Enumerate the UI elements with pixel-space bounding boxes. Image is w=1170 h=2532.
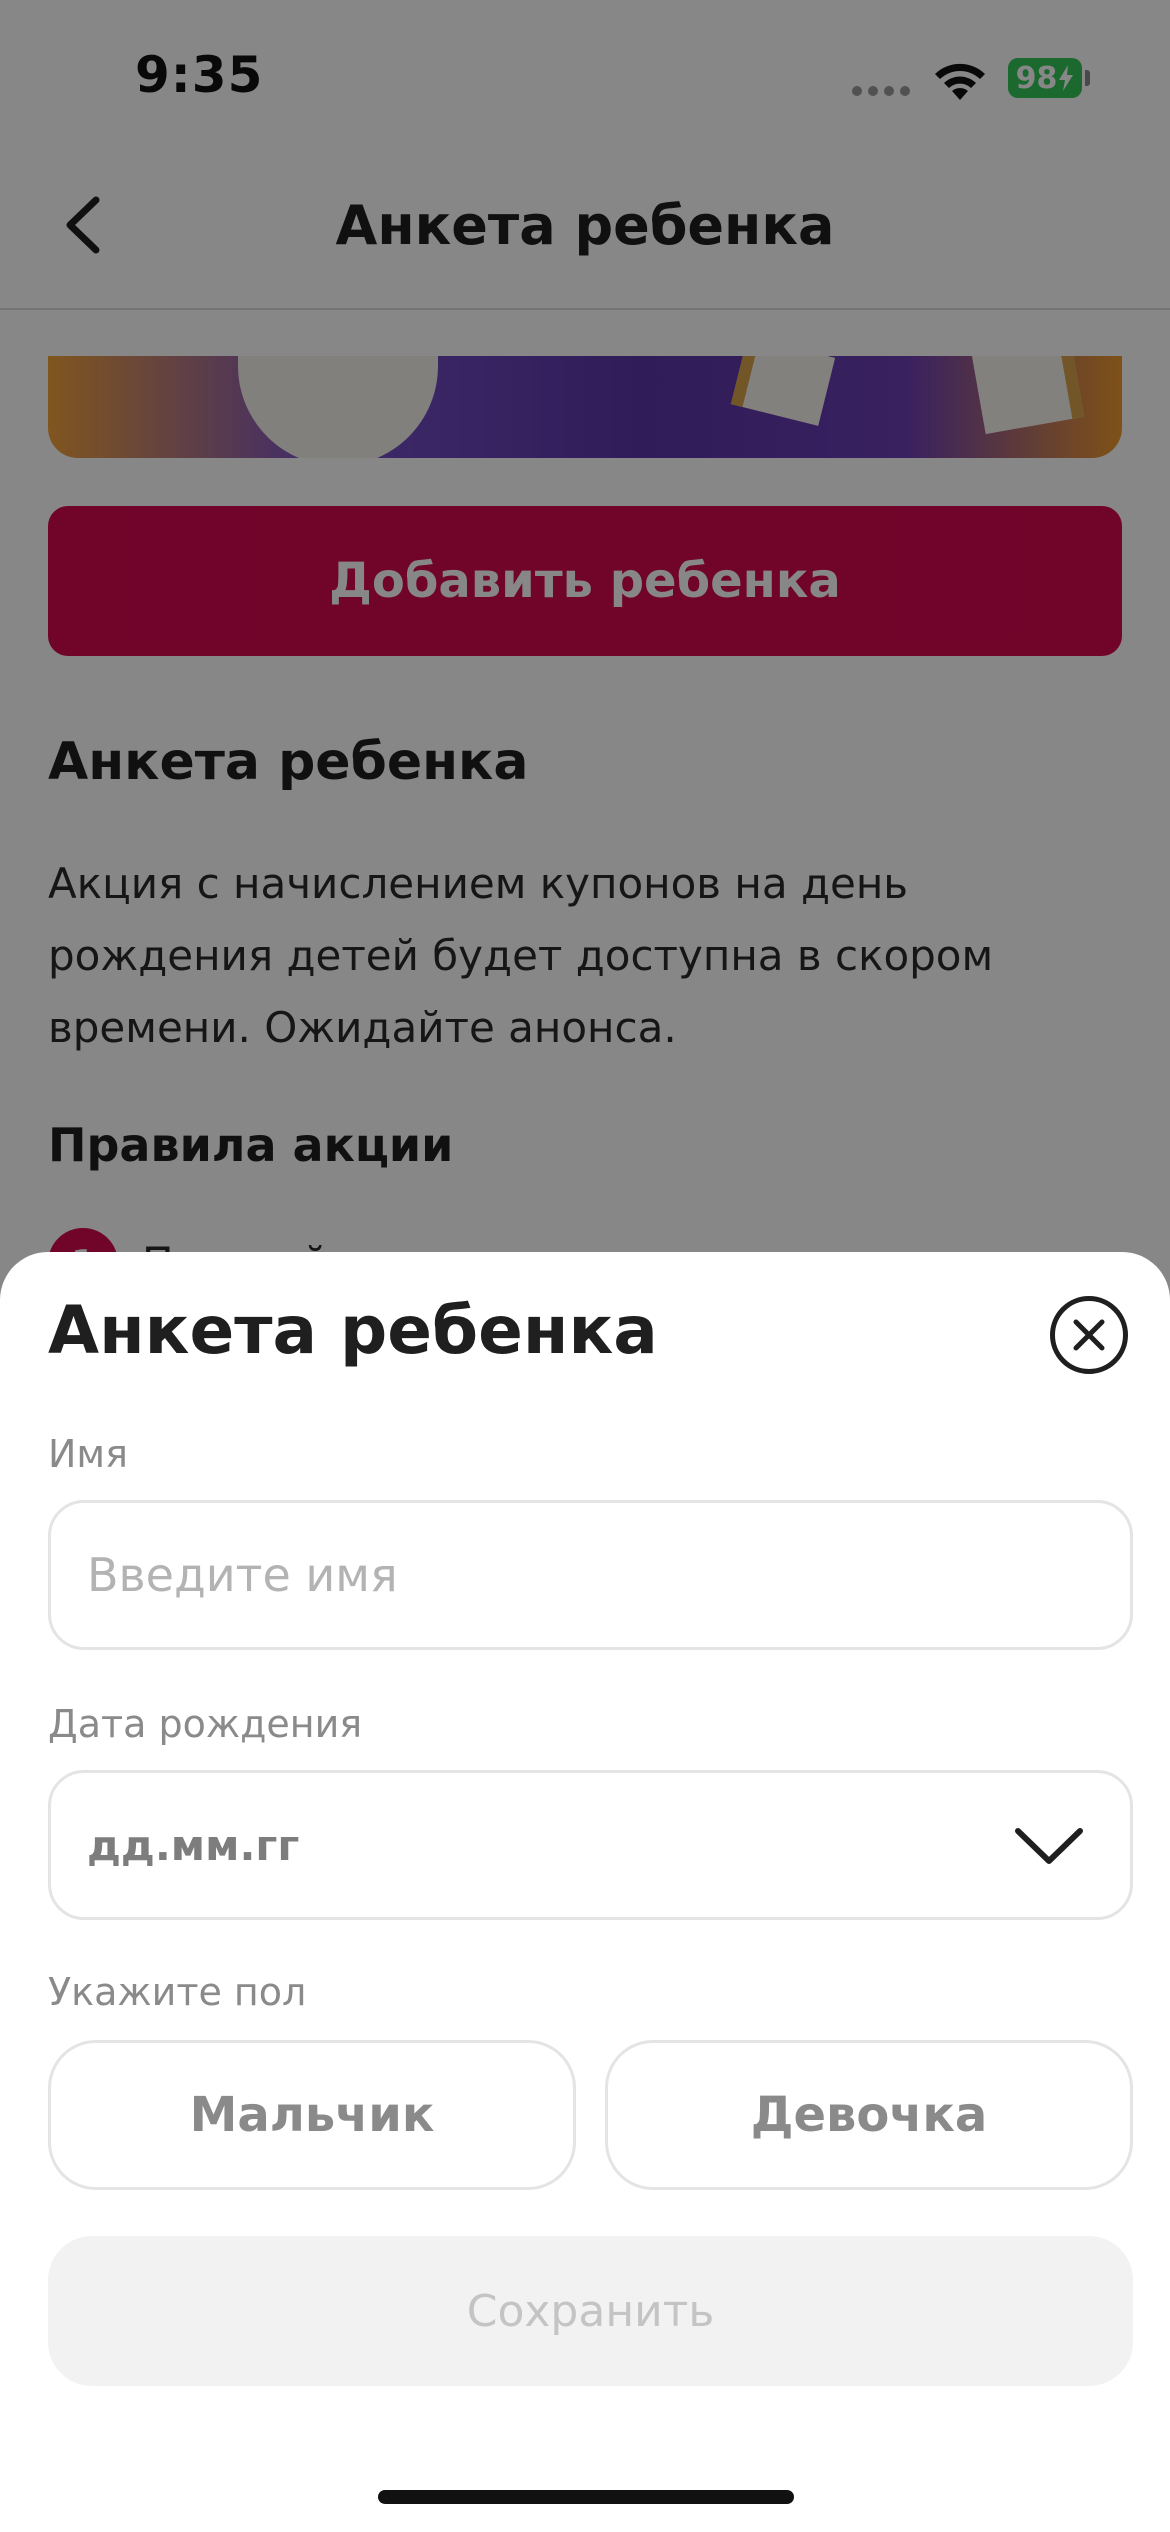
save-button[interactable]: Сохранить — [48, 2236, 1133, 2386]
home-indicator — [378, 2490, 794, 2504]
close-button[interactable] — [1050, 1296, 1128, 1374]
birthdate-select[interactable]: дд.мм.гг — [48, 1770, 1133, 1920]
name-field[interactable] — [48, 1500, 1133, 1650]
close-icon — [1073, 1319, 1105, 1351]
name-input[interactable] — [87, 1548, 1094, 1602]
chevron-down-icon — [1015, 1828, 1083, 1864]
gender-boy-button[interactable]: Мальчик — [48, 2040, 576, 2190]
gender-label: Укажите пол — [48, 1970, 307, 2014]
gender-girl-button[interactable]: Девочка — [605, 2040, 1133, 2190]
name-label: Имя — [48, 1432, 128, 1476]
sheet-title: Анкета ребенка — [48, 1292, 658, 1369]
birthdate-placeholder: дд.мм.гг — [87, 1820, 300, 1870]
birthdate-label: Дата рождения — [48, 1702, 363, 1746]
